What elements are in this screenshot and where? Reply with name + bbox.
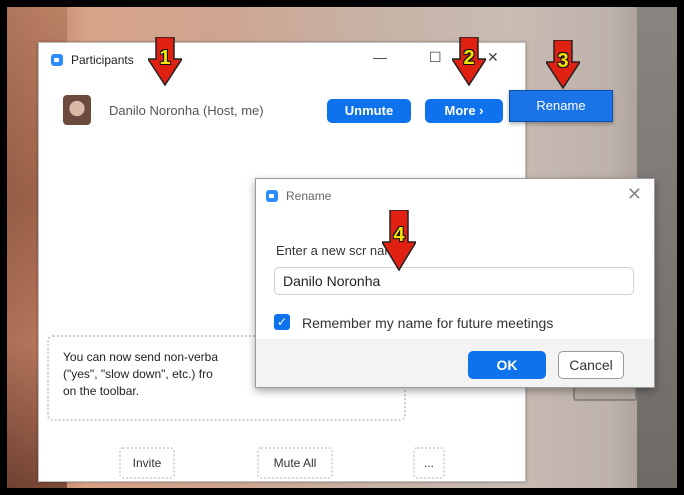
rename-menu-item[interactable]: Rename xyxy=(509,90,613,122)
participants-title: Participants xyxy=(71,53,134,67)
remember-name-label: Remember my name for future meetings xyxy=(302,315,554,331)
close-button[interactable]: ✕ xyxy=(487,49,499,66)
unmute-button[interactable]: Unmute xyxy=(327,99,411,123)
rename-dialog-title: Rename xyxy=(286,189,332,203)
annotation-number: 1 xyxy=(159,47,171,69)
rename-close-button[interactable]: ✕ xyxy=(627,184,642,205)
zoom-logo-icon xyxy=(266,190,278,202)
annotation-arrow-4: 4 xyxy=(382,210,416,272)
annotation-arrow-3: 3 xyxy=(546,40,580,90)
annotation-number: 2 xyxy=(463,47,475,69)
remember-name-checkbox[interactable]: ✓ xyxy=(274,314,290,330)
rename-dialog: Rename ✕ Enter a new scr name: ✓ Remembe… xyxy=(255,178,655,388)
annotation-arrow-1: 1 xyxy=(148,37,182,87)
rename-name-input[interactable] xyxy=(274,267,634,295)
participant-name: Danilo Noronha (Host, me) xyxy=(109,103,264,118)
invite-button[interactable]: Invite xyxy=(119,447,175,479)
minimize-button[interactable]: — xyxy=(373,49,387,65)
zoom-logo-icon xyxy=(51,54,63,66)
more-button[interactable]: More › xyxy=(425,99,503,123)
avatar xyxy=(63,95,91,125)
annotation-number: 4 xyxy=(393,224,405,246)
maximize-button[interactable]: ☐ xyxy=(429,49,442,66)
cancel-button[interactable]: Cancel xyxy=(558,351,624,379)
annotation-number: 3 xyxy=(557,50,569,72)
ok-button[interactable]: OK xyxy=(468,351,546,379)
more-options-button[interactable]: ... xyxy=(413,447,445,479)
mute-all-button[interactable]: Mute All xyxy=(257,447,333,479)
annotation-arrow-2: 2 xyxy=(452,37,486,87)
